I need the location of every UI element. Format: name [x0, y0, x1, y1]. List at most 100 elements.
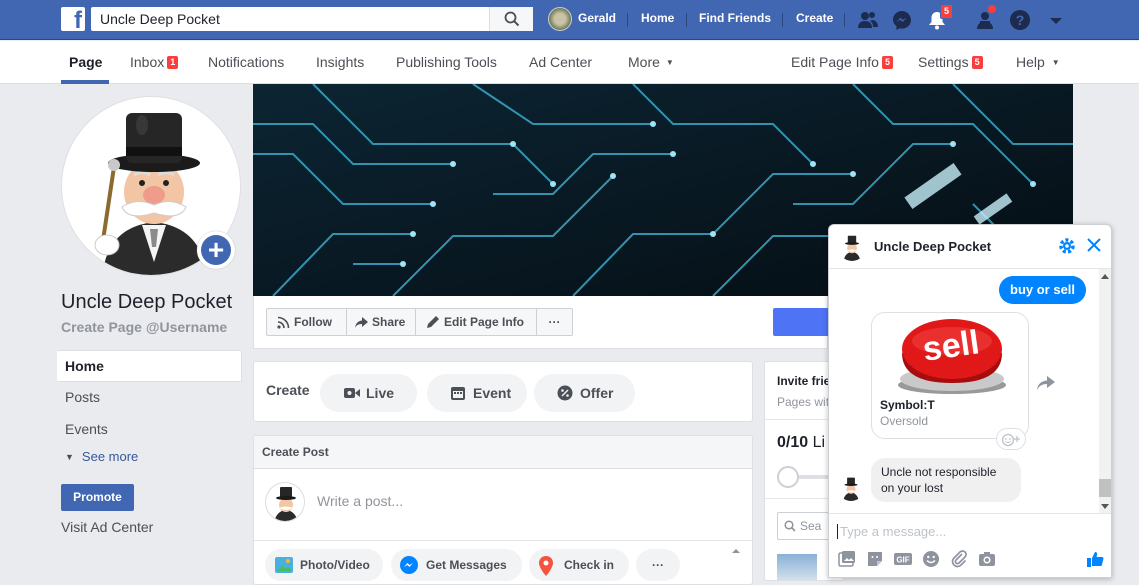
caret-down-icon: ▼: [65, 452, 74, 462]
message-input[interactable]: Type a message...: [837, 524, 946, 539]
tab-notifications[interactable]: Notifications: [208, 41, 284, 84]
add-reaction-button[interactable]: [996, 428, 1026, 450]
promote-button[interactable]: Promote: [61, 484, 134, 511]
live-button[interactable]: Live: [320, 374, 417, 412]
calendar-icon: [451, 387, 465, 400]
monopoly-man-thumb: [266, 483, 304, 521]
paperclip-icon[interactable]: [950, 550, 968, 568]
tab-settings[interactable]: Settings 5: [918, 41, 983, 84]
messenger-icon: [400, 556, 418, 574]
tab-inbox[interactable]: Inbox 1: [130, 41, 179, 84]
card-subtitle: Oversold: [880, 414, 929, 428]
incoming-message[interactable]: Uncle not responsible on your lost: [871, 458, 1021, 502]
tab-insights[interactable]: Insights: [316, 41, 364, 84]
follow-button[interactable]: Follow: [266, 308, 347, 336]
chat-scrollbar-thumb[interactable]: [1099, 479, 1111, 497]
likes-count: 0/10: [777, 434, 809, 451]
chat-title: Uncle Deep Pocket: [874, 239, 992, 254]
edit-page-info-label: Edit Page Info: [444, 315, 525, 329]
user-avatar[interactable]: [548, 7, 572, 31]
post-text-input[interactable]: Write a post...: [317, 493, 403, 509]
left-page-menu: Home Posts Events: [57, 350, 242, 446]
offer-button[interactable]: Offer: [534, 374, 635, 412]
tab-inbox-label: Inbox: [130, 54, 165, 70]
alert-dot: [988, 5, 996, 13]
live-video-icon: [344, 388, 360, 398]
scroll-up-arrow-icon[interactable]: [731, 546, 741, 556]
photo-video-button[interactable]: Photo/Video: [265, 549, 383, 581]
find-friends-link[interactable]: Find Friends: [699, 0, 771, 40]
likes-progress-text: 0/10 Li: [777, 434, 825, 452]
facebook-logo-icon[interactable]: f: [61, 7, 85, 31]
share-arrow-icon: [355, 317, 368, 328]
menu-item-events[interactable]: Events: [57, 414, 242, 446]
shared-link-card[interactable]: sell Symbol:T Oversold: [871, 312, 1029, 439]
menu-item-posts[interactable]: Posts: [57, 382, 242, 414]
check-in-button[interactable]: Check in: [529, 549, 629, 581]
outgoing-message[interactable]: buy or sell: [999, 276, 1087, 304]
menu-item-home[interactable]: Home: [57, 350, 242, 382]
create-card: Create Live Event Offer: [253, 361, 753, 422]
camera-icon[interactable]: [978, 550, 996, 568]
account-dropdown-icon[interactable]: [1045, 12, 1067, 34]
messenger-icon[interactable]: [891, 9, 913, 31]
gear-icon[interactable]: [1058, 237, 1076, 255]
scroll-down-arrow-icon[interactable]: [1101, 504, 1109, 510]
page-action-bar: Follow Share Edit Page Info ···: [253, 296, 828, 349]
chat-scrollbar[interactable]: [1099, 269, 1111, 513]
event-label: Event: [473, 385, 512, 401]
forward-share-icon[interactable]: [1037, 375, 1055, 391]
thumbs-up-icon[interactable]: [1086, 550, 1104, 568]
event-button[interactable]: Event: [427, 374, 527, 412]
nav-separator: [627, 13, 628, 27]
primary-action-button[interactable]: [773, 308, 829, 336]
tab-more[interactable]: More ▼: [628, 41, 674, 84]
notifications-badge: 5: [940, 4, 954, 19]
offer-percent-icon: [557, 385, 573, 401]
caret-down-icon: ▼: [1051, 58, 1060, 67]
get-messages-label: Get Messages: [426, 558, 507, 572]
add-photo-button[interactable]: +: [197, 231, 235, 269]
nav-separator: [844, 13, 845, 27]
visit-ad-center-link[interactable]: Visit Ad Center: [61, 519, 153, 535]
more-post-options-button[interactable]: ···: [636, 549, 680, 581]
more-options-button[interactable]: ···: [536, 308, 573, 336]
friend-thumbnail[interactable]: [777, 554, 817, 580]
search-button[interactable]: [489, 7, 533, 31]
profile-link[interactable]: Gerald: [578, 0, 616, 40]
create-link[interactable]: Create: [796, 0, 833, 40]
image-attach-icon[interactable]: [838, 550, 856, 568]
see-more-link[interactable]: ▼ See more: [65, 449, 138, 464]
progress-knob: [777, 466, 799, 488]
offer-label: Offer: [580, 385, 614, 401]
messenger-chat-window: Uncle Deep Pocket buy or sell sell Symbo…: [828, 224, 1112, 578]
friend-requests-icon[interactable]: [857, 9, 879, 31]
tab-help[interactable]: Help ▼: [1016, 41, 1060, 84]
chat-header[interactable]: Uncle Deep Pocket: [829, 225, 1111, 269]
tab-page[interactable]: Page: [69, 41, 102, 84]
share-button[interactable]: Share: [346, 308, 416, 336]
likes-suffix: Li: [808, 434, 826, 451]
scroll-up-arrow-icon[interactable]: [1101, 273, 1109, 279]
tab-ad-center[interactable]: Ad Center: [529, 41, 592, 84]
help-question-icon[interactable]: ?: [1009, 9, 1031, 31]
gif-icon[interactable]: GIF: [893, 550, 913, 568]
tab-help-label: Help: [1016, 54, 1045, 70]
create-post-card: Create Post Write a post... Photo/Video …: [253, 435, 753, 585]
nav-separator: [782, 13, 783, 27]
tab-publishing-tools[interactable]: Publishing Tools: [396, 41, 497, 84]
close-icon[interactable]: [1086, 237, 1102, 253]
get-messages-button[interactable]: Get Messages: [391, 549, 522, 581]
emoji-icon[interactable]: [922, 550, 940, 568]
search-input[interactable]: Uncle Deep Pocket: [91, 7, 533, 31]
home-link[interactable]: Home: [641, 0, 674, 40]
inbox-badge: 1: [167, 56, 179, 69]
edit-page-info-button[interactable]: Edit Page Info: [415, 308, 537, 336]
divider: [254, 540, 752, 541]
sticker-icon[interactable]: [866, 550, 884, 568]
tab-edit-page-info[interactable]: Edit Page Info 5: [791, 41, 893, 84]
photo-video-label: Photo/Video: [300, 558, 370, 572]
page-avatar: [265, 482, 305, 522]
create-username-link[interactable]: Create Page @Username: [61, 319, 227, 335]
search-icon: [504, 11, 520, 27]
